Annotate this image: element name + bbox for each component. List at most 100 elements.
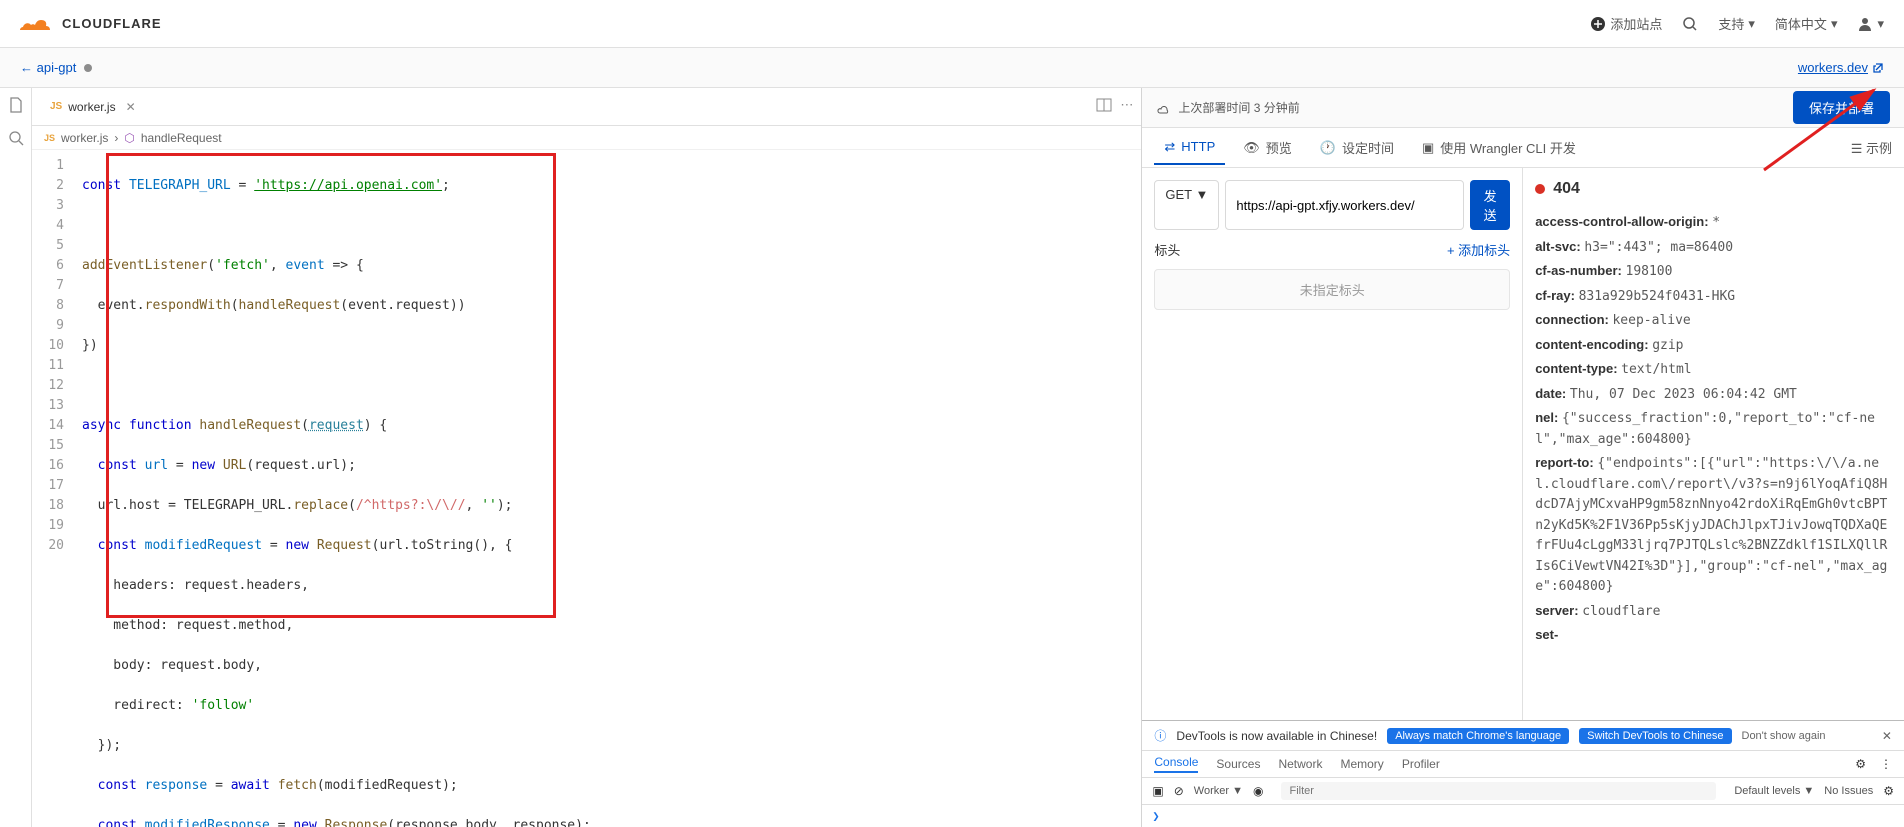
clear-icon[interactable]: ⊘ xyxy=(1174,784,1184,798)
devtools-notice-bar: ⓘ DevTools is now available in Chinese! … xyxy=(1142,721,1904,751)
files-icon[interactable] xyxy=(7,96,25,117)
response-column: 404 access-control-allow-origin: * alt-sv… xyxy=(1523,168,1904,720)
chevron-down-icon: ▾ xyxy=(1831,16,1838,32)
add-site-button[interactable]: 添加站点 xyxy=(1590,14,1662,33)
log-levels-select[interactable]: Default levels ▼ xyxy=(1734,785,1814,797)
more-icon[interactable]: ⋯ xyxy=(1120,97,1133,116)
deploy-bar: 上次部署时间 3 分钟前 保存并部署 xyxy=(1142,88,1904,128)
js-file-icon: JS xyxy=(44,133,55,143)
sidebar-toggle-icon[interactable]: ▣ xyxy=(1152,784,1163,798)
clock-icon: 🕐 xyxy=(1320,140,1336,156)
preview-tabs: ⇄HTTP 👁预览 🕐设定时间 ▣使用 Wrangler CLI 开发 ☰ 示例 xyxy=(1142,128,1904,168)
user-menu[interactable]: ▾ xyxy=(1857,16,1884,32)
response-header-row: alt-svc: h3=":443"; ma=86400 xyxy=(1535,237,1892,258)
top-header: CLOUDFLARE 添加站点 支持 ▾ 简体中文 ▾ ▾ xyxy=(0,0,1904,48)
eye-icon: 👁 xyxy=(1243,140,1260,156)
context-select[interactable]: Worker ▼ xyxy=(1194,785,1243,797)
search-button[interactable] xyxy=(1682,16,1698,32)
preview-pane: 上次部署时间 3 分钟前 保存并部署 ⇄HTTP 👁预览 🕐设定时间 ▣使用 W… xyxy=(1142,88,1904,827)
tab-network[interactable]: Network xyxy=(1278,757,1322,771)
chevron-down-icon: ▾ xyxy=(1877,16,1884,32)
split-editor-icon[interactable] xyxy=(1096,97,1112,116)
logo-text: CLOUDFLARE xyxy=(62,16,162,31)
send-button[interactable]: 发送 xyxy=(1470,180,1510,230)
editor-tab[interactable]: JS worker.js ✕ xyxy=(40,94,146,120)
response-header-row: cf-as-number: 198100 xyxy=(1535,261,1892,282)
cloudflare-logo[interactable]: CLOUDFLARE xyxy=(20,12,162,35)
http-tester: GET ▼ 发送 标头 + 添加标头 未指定标头 404 access-cont… xyxy=(1142,168,1904,720)
http-icon: ⇄ xyxy=(1164,139,1175,155)
examples-link[interactable]: ☰ 示例 xyxy=(1851,138,1892,157)
line-gutter: 1234567891011121314151617181920 xyxy=(32,150,74,827)
status-code: 404 xyxy=(1553,180,1580,198)
request-row: GET ▼ 发送 xyxy=(1154,180,1510,230)
response-header-row: set- xyxy=(1535,625,1892,646)
method-select[interactable]: GET ▼ xyxy=(1154,180,1219,230)
info-icon: ⓘ xyxy=(1154,727,1166,744)
terminal-icon: ▣ xyxy=(1422,140,1434,156)
code-editor[interactable]: 1234567891011121314151617181920 const TE… xyxy=(32,150,1141,827)
eye-icon[interactable]: ◉ xyxy=(1253,784,1263,798)
code-content[interactable]: const TELEGRAPH_URL = 'https://api.opena… xyxy=(74,150,1141,827)
response-header-row: content-type: text/html xyxy=(1535,359,1892,380)
editor-breadcrumb: JS worker.js › ⬡ handleRequest xyxy=(32,126,1141,150)
add-header-button[interactable]: + 添加标头 xyxy=(1447,240,1510,259)
tab-memory[interactable]: Memory xyxy=(1340,757,1383,771)
response-headers: access-control-allow-origin: * alt-svc: h… xyxy=(1535,212,1892,646)
response-header-row: content-encoding: gzip xyxy=(1535,335,1892,356)
tab-console[interactable]: Console xyxy=(1154,755,1198,773)
header-right: 添加站点 支持 ▾ 简体中文 ▾ ▾ xyxy=(1590,14,1884,33)
save-deploy-button[interactable]: 保存并部署 xyxy=(1793,91,1890,124)
dont-show-button[interactable]: Don't show again xyxy=(1742,730,1826,742)
console-toolbar: ▣ ⊘ Worker ▼ ◉ Default levels ▼ No Issue… xyxy=(1142,778,1904,805)
cloud-icon xyxy=(20,12,56,35)
issues-label: No Issues xyxy=(1824,785,1873,797)
tab-preview[interactable]: 👁预览 xyxy=(1233,130,1302,165)
headers-row: 标头 + 添加标头 xyxy=(1154,240,1510,259)
response-header-row: server: cloudflare xyxy=(1535,601,1892,622)
response-header-row: date: Thu, 07 Dec 2023 06:04:42 GMT xyxy=(1535,384,1892,405)
symbol-icon: ⬡ xyxy=(124,131,134,145)
no-headers-placeholder: 未指定标头 xyxy=(1154,269,1510,310)
unsaved-indicator xyxy=(84,64,92,72)
gear-icon[interactable]: ⚙ xyxy=(1883,784,1894,798)
devtools-tabs: Console Sources Network Memory Profiler … xyxy=(1142,751,1904,778)
devtools: ⓘ DevTools is now available in Chinese! … xyxy=(1142,720,1904,827)
language-dropdown[interactable]: 简体中文 ▾ xyxy=(1775,14,1838,33)
filter-input[interactable] xyxy=(1281,782,1716,800)
console-prompt[interactable]: ❯ xyxy=(1142,805,1904,827)
deploy-info: 上次部署时间 3 分钟前 xyxy=(1156,99,1299,116)
response-header-row: cf-ray: 831a929b524f0431-HKG xyxy=(1535,286,1892,307)
breadcrumb-link[interactable]: ← api-gpt xyxy=(20,60,76,75)
editor-tabs: JS worker.js ✕ ⋯ xyxy=(32,88,1141,126)
js-file-icon: JS xyxy=(50,101,62,112)
status-dot xyxy=(1535,184,1545,194)
subheader: ← api-gpt workers.dev xyxy=(0,48,1904,88)
cloud-icon xyxy=(1156,101,1170,115)
editor-left-rail xyxy=(0,88,32,827)
status-line: 404 xyxy=(1535,180,1892,198)
match-language-button[interactable]: Always match Chrome's language xyxy=(1387,728,1569,744)
support-dropdown[interactable]: 支持 ▾ xyxy=(1718,14,1755,33)
editor-tab-actions: ⋯ xyxy=(1096,97,1133,116)
more-icon[interactable]: ⋮ xyxy=(1880,757,1892,771)
main: JS worker.js ✕ ⋯ JS worker.js › xyxy=(0,88,1904,827)
switch-chinese-button[interactable]: Switch DevTools to Chinese xyxy=(1579,728,1731,744)
tab-http[interactable]: ⇄HTTP xyxy=(1154,131,1225,165)
tab-sources[interactable]: Sources xyxy=(1216,757,1260,771)
chevron-down-icon: ▾ xyxy=(1748,16,1755,32)
tab-schedule[interactable]: 🕐设定时间 xyxy=(1310,130,1404,165)
gear-icon[interactable]: ⚙ xyxy=(1855,757,1866,771)
tab-wrangler[interactable]: ▣使用 Wrangler CLI 开发 xyxy=(1412,130,1586,165)
tab-profiler[interactable]: Profiler xyxy=(1402,757,1440,771)
workers-dev-link[interactable]: workers.dev xyxy=(1798,60,1884,75)
request-column: GET ▼ 发送 标头 + 添加标头 未指定标头 xyxy=(1142,168,1523,720)
editor-pane: JS worker.js ✕ ⋯ JS worker.js › xyxy=(0,88,1142,827)
search-icon[interactable] xyxy=(7,129,25,150)
close-icon[interactable]: ✕ xyxy=(1882,729,1892,743)
close-tab-icon[interactable]: ✕ xyxy=(126,100,136,114)
url-input[interactable] xyxy=(1225,180,1464,230)
breadcrumb: ← api-gpt xyxy=(20,60,92,75)
response-header-row: access-control-allow-origin: * xyxy=(1535,212,1892,233)
response-header-row: connection: keep-alive xyxy=(1535,310,1892,331)
